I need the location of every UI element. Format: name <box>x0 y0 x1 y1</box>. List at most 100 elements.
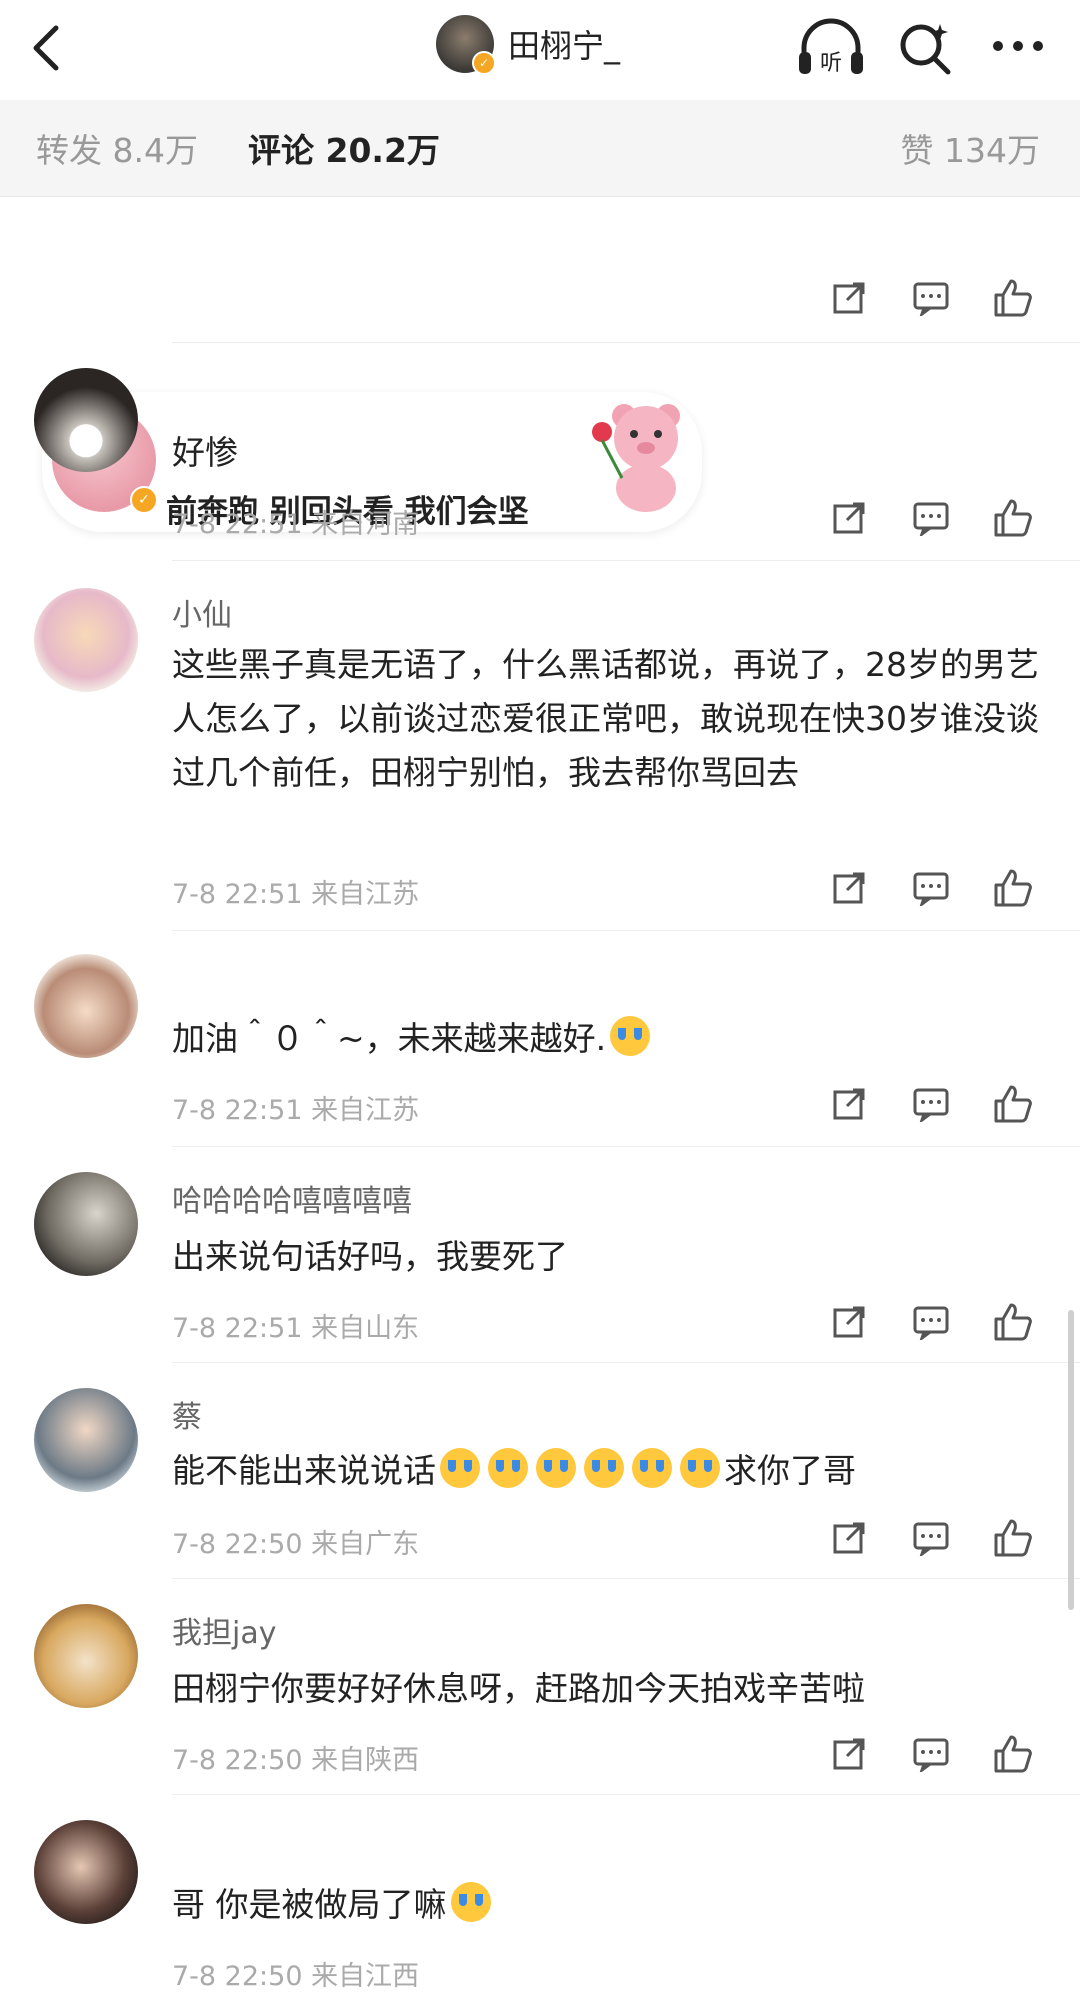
like-button[interactable] <box>972 496 1054 540</box>
like-icon <box>994 1085 1032 1123</box>
avatar[interactable] <box>34 1172 138 1276</box>
divider <box>172 342 1080 343</box>
comment-time: 7-8 22:50 <box>172 1529 303 1560</box>
like-button[interactable] <box>972 1516 1054 1560</box>
like-button[interactable] <box>972 866 1054 910</box>
stats-tab-bar: 转发 8.4万 评论 20.2万 赞 134万 <box>0 100 1080 197</box>
like-icon <box>994 1303 1032 1341</box>
comment-location: 来自广东 <box>311 1529 420 1560</box>
comment-actions <box>808 1082 1054 1126</box>
comment-button[interactable] <box>890 1732 972 1776</box>
share-icon <box>833 1306 865 1338</box>
scrollbar[interactable] <box>1068 1310 1074 1610</box>
like-button[interactable] <box>972 1300 1054 1344</box>
profile-chip[interactable]: ✓ 田栩宁_ <box>436 14 620 75</box>
share-icon <box>833 502 865 534</box>
share-icon <box>833 1738 865 1770</box>
avatar[interactable] <box>34 1820 138 1924</box>
listen-button[interactable]: 听 <box>796 18 866 78</box>
comment-username[interactable]: 小仙 <box>172 590 232 634</box>
like-icon <box>994 869 1032 907</box>
comment-time: 7-8 22:50 <box>172 1745 303 1776</box>
tab-like[interactable]: 赞 134万 <box>901 124 1040 172</box>
comment-actions <box>808 1300 1054 1344</box>
share-icon <box>833 872 865 904</box>
comment-icon <box>913 1088 949 1122</box>
avatar[interactable] <box>34 368 138 472</box>
comment-actions <box>808 496 1054 540</box>
share-icon <box>833 1088 865 1120</box>
crying-emoji-icon <box>536 1448 576 1488</box>
like-icon <box>994 279 1032 317</box>
share-button[interactable] <box>808 866 890 910</box>
share-icon <box>833 282 865 314</box>
comment-time: 7-8 22:50 <box>172 1961 303 1992</box>
avatar[interactable] <box>34 588 138 692</box>
comment-location: 来自河南 <box>311 509 420 540</box>
headphones-icon: 听 <box>799 18 863 76</box>
comment-button[interactable] <box>890 1516 972 1560</box>
comment-location: 来自山东 <box>311 1313 420 1344</box>
comment-button[interactable] <box>890 866 972 910</box>
divider <box>172 560 1080 561</box>
avatar[interactable] <box>34 1388 138 1492</box>
verified-badge-icon: ✓ <box>472 51 496 75</box>
more-button[interactable] <box>988 18 1048 78</box>
divider <box>172 1146 1080 1147</box>
comment-meta: 7-8 22:50 来自广东 <box>172 1522 419 1561</box>
divider <box>172 930 1080 931</box>
crying-emoji-icon <box>488 1448 528 1488</box>
comment-username[interactable]: 哈哈哈哈嘻嘻嘻嘻 <box>172 1176 412 1220</box>
list-item: 加油＾０＾~，未来越来越好. 7-8 22:51 来自江苏 <box>0 930 1080 1146</box>
comment-username[interactable]: 蔡 <box>172 1392 202 1436</box>
avatar[interactable] <box>34 954 138 1058</box>
tab-repost[interactable]: 转发 8.4万 <box>36 124 198 172</box>
more-icon <box>993 41 1043 51</box>
like-button[interactable] <box>972 1082 1054 1126</box>
comment-text: 田栩宁你要好好休息呀，赶路加今天拍戏辛苦啦 <box>172 1669 865 1708</box>
share-button[interactable] <box>808 1300 890 1344</box>
like-button[interactable] <box>972 1732 1054 1776</box>
comment-button[interactable] <box>890 1082 972 1126</box>
comment-text: 出来说句话好吗，我要死了 <box>172 1237 568 1276</box>
share-button[interactable] <box>808 1082 890 1126</box>
like-button[interactable] <box>972 276 1054 320</box>
avatar[interactable] <box>34 1604 138 1708</box>
comment-location: 来自江西 <box>311 1961 420 1992</box>
back-icon <box>33 25 59 71</box>
divider <box>172 1794 1080 1795</box>
comment-text: 加油＾０＾~，未来越来越好. <box>172 1012 1042 1066</box>
comment-text: 哥 你是被做局了嘛 <box>172 1878 1042 1932</box>
comment-time: 7-8 22:51 <box>172 1313 303 1344</box>
comment-actions <box>808 276 1054 320</box>
like-icon <box>994 1735 1032 1773</box>
profile-name[interactable]: 田栩宁_ <box>508 21 620 67</box>
tab-comment[interactable]: 评论 20.2万 <box>248 124 440 172</box>
search-button[interactable] <box>896 18 956 78</box>
share-button[interactable] <box>808 1732 890 1776</box>
like-icon <box>994 499 1032 537</box>
share-button[interactable] <box>808 1516 890 1560</box>
comment-icon <box>913 1522 949 1556</box>
crying-emoji-icon <box>584 1448 624 1488</box>
comment-button[interactable] <box>890 1300 972 1344</box>
comment-button[interactable] <box>890 496 972 540</box>
comment-text-content: 求你了哥 <box>724 1451 856 1490</box>
comment-username[interactable]: 我担jay <box>172 1608 276 1652</box>
crying-emoji-icon <box>610 1016 651 1056</box>
comment-icon <box>913 1738 949 1772</box>
share-button[interactable] <box>808 276 890 320</box>
comment-text: 好惨 <box>172 433 238 472</box>
crying-emoji-icon <box>440 1448 480 1488</box>
list-item: 蔡 能不能出来说说话 求你了哥 7-8 22:50 来自广东 <box>0 1362 1080 1578</box>
comment-text-content: 加油＾０＾~，未来越来越好. <box>172 1019 607 1058</box>
avatar[interactable]: ✓ <box>436 15 496 75</box>
list-item: 好惨 7-8 22:51 来自河南 <box>0 342 1080 560</box>
crying-emoji-icon <box>680 1448 720 1488</box>
list-item: 小仙 这些黑子真是无语了，什么黑话都说，再说了，28岁的男艺人怎么了，以前谈过恋… <box>0 560 1080 930</box>
comment-location: 来自江苏 <box>311 879 420 910</box>
back-button[interactable] <box>26 20 66 76</box>
comment-meta: 7-8 22:51 来自山东 <box>172 1306 419 1345</box>
share-button[interactable] <box>808 496 890 540</box>
comment-button[interactable] <box>890 276 972 320</box>
